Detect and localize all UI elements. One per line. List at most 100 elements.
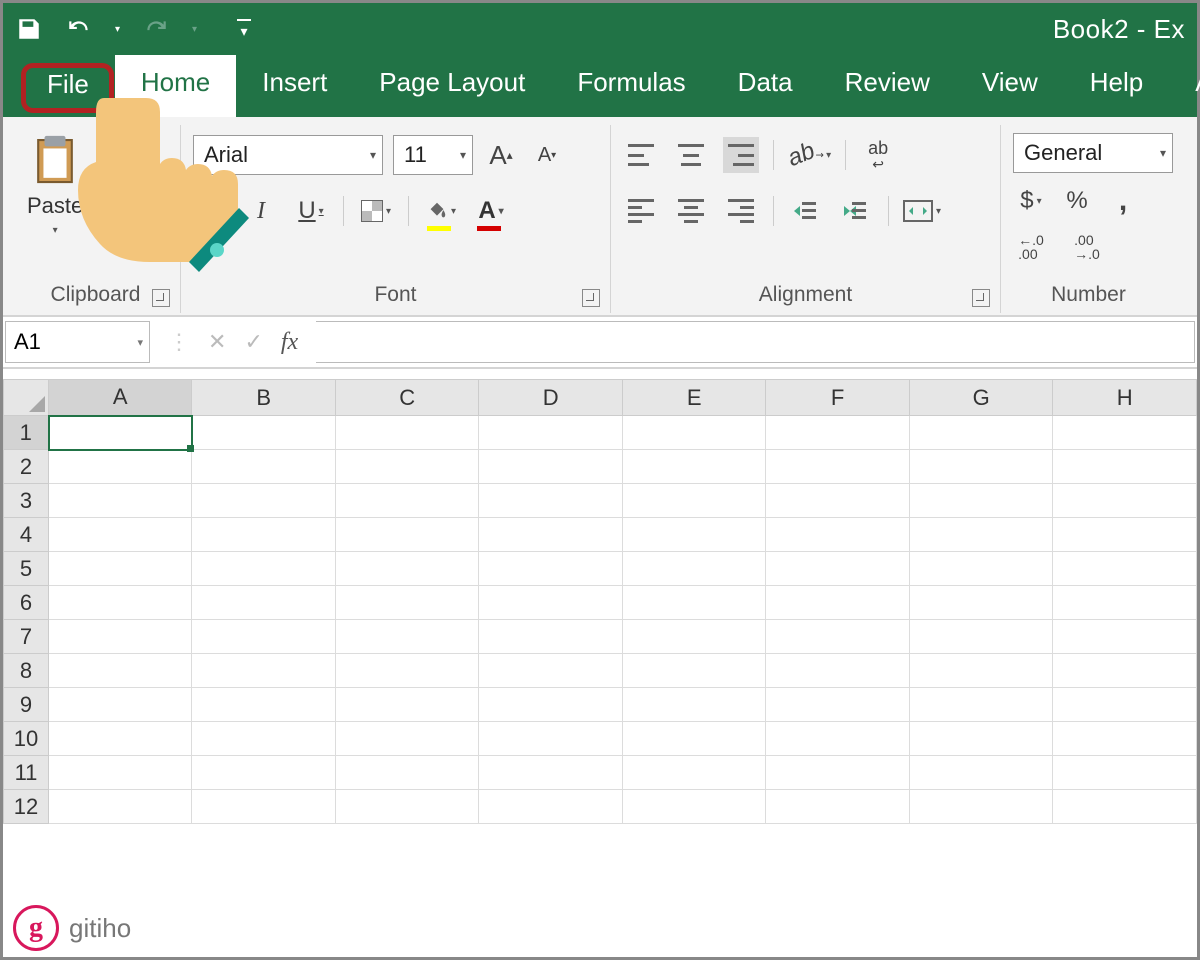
row-header[interactable]: 11 [4, 756, 49, 790]
row-header[interactable]: 3 [4, 484, 49, 518]
cell[interactable] [766, 450, 909, 484]
cell[interactable] [622, 416, 765, 450]
cell[interactable] [479, 790, 623, 824]
cell[interactable] [192, 620, 335, 654]
worksheet-grid[interactable]: ABCDEFGH123456789101112 [3, 379, 1197, 957]
cell[interactable] [1053, 654, 1197, 688]
cell[interactable] [766, 620, 909, 654]
cell[interactable] [909, 756, 1053, 790]
cell[interactable] [479, 450, 623, 484]
column-header[interactable]: E [622, 380, 765, 416]
column-header[interactable]: C [335, 380, 479, 416]
cell[interactable] [49, 484, 192, 518]
cell[interactable] [335, 416, 479, 450]
increase-indent-icon[interactable] [838, 193, 874, 229]
cell[interactable] [49, 518, 192, 552]
cell[interactable] [1053, 552, 1197, 586]
cell[interactable] [909, 688, 1053, 722]
align-top-icon[interactable] [623, 137, 659, 173]
cell[interactable] [909, 416, 1053, 450]
paste-button[interactable]: Paste ▾ [23, 129, 87, 240]
column-header[interactable]: D [479, 380, 623, 416]
column-header[interactable]: H [1053, 380, 1197, 416]
cell[interactable] [909, 484, 1053, 518]
column-header[interactable]: F [766, 380, 909, 416]
align-center-icon[interactable] [673, 193, 709, 229]
insert-function-icon[interactable]: fx [281, 329, 298, 356]
cell[interactable] [1053, 790, 1197, 824]
tab-acrobat[interactable]: Acrob [1169, 55, 1200, 117]
cell[interactable] [335, 552, 479, 586]
tab-insert[interactable]: Insert [236, 55, 353, 117]
tab-page-layout[interactable]: Page Layout [353, 55, 551, 117]
alignment-launcher-icon[interactable] [972, 289, 990, 307]
decrease-font-icon[interactable]: A▾ [529, 137, 565, 173]
cell[interactable] [335, 484, 479, 518]
row-header[interactable]: 12 [4, 790, 49, 824]
cell[interactable] [1053, 484, 1197, 518]
cell[interactable] [192, 416, 335, 450]
cell[interactable] [335, 620, 479, 654]
cell[interactable] [766, 416, 909, 450]
cell[interactable] [192, 688, 335, 722]
cell[interactable] [192, 722, 335, 756]
underline-button[interactable]: U▾ [293, 193, 329, 229]
cell[interactable] [49, 416, 192, 450]
cell[interactable] [192, 654, 335, 688]
comma-style-button[interactable]: , [1105, 183, 1141, 219]
cell[interactable] [766, 756, 909, 790]
cell[interactable] [335, 586, 479, 620]
cell[interactable] [1053, 518, 1197, 552]
cell[interactable] [622, 552, 765, 586]
cell[interactable] [1053, 756, 1197, 790]
select-all-corner[interactable] [4, 380, 49, 416]
row-header[interactable]: 4 [4, 518, 49, 552]
row-header[interactable]: 6 [4, 586, 49, 620]
align-left-icon[interactable] [623, 193, 659, 229]
cell[interactable] [622, 722, 765, 756]
bold-button[interactable]: B [193, 193, 229, 229]
cell[interactable] [766, 654, 909, 688]
cell[interactable] [192, 790, 335, 824]
cell[interactable] [622, 756, 765, 790]
cell[interactable] [49, 722, 192, 756]
cell[interactable] [1053, 688, 1197, 722]
cell[interactable] [479, 756, 623, 790]
column-header[interactable]: A [49, 380, 192, 416]
formula-input[interactable] [316, 321, 1195, 363]
cell[interactable] [1053, 450, 1197, 484]
align-right-icon[interactable] [723, 193, 759, 229]
cell[interactable] [622, 586, 765, 620]
cell[interactable] [766, 688, 909, 722]
name-box[interactable]: A1▾ [5, 321, 150, 363]
cell[interactable] [766, 552, 909, 586]
cell[interactable] [335, 790, 479, 824]
accounting-format-button[interactable]: $ ▾ [1013, 183, 1049, 219]
cell[interactable] [479, 518, 623, 552]
cell[interactable] [335, 722, 479, 756]
cell[interactable] [766, 790, 909, 824]
font-launcher-icon[interactable] [582, 289, 600, 307]
cell[interactable] [766, 722, 909, 756]
wrap-text-button[interactable]: ab↩ [860, 137, 896, 173]
borders-button[interactable]: ▾ [358, 193, 394, 229]
cell[interactable] [335, 756, 479, 790]
tab-help[interactable]: Help [1064, 55, 1169, 117]
cell[interactable] [909, 790, 1053, 824]
row-header[interactable]: 9 [4, 688, 49, 722]
cell[interactable] [1053, 416, 1197, 450]
fill-color-button[interactable]: ▾ [423, 193, 459, 229]
cell[interactable] [909, 620, 1053, 654]
cell[interactable] [766, 586, 909, 620]
orientation-button[interactable]: ab↗▾ [788, 137, 831, 173]
row-header[interactable]: 1 [4, 416, 49, 450]
tab-home[interactable]: Home [115, 55, 236, 117]
cell[interactable] [622, 450, 765, 484]
undo-icon[interactable] [65, 15, 93, 43]
row-header[interactable]: 2 [4, 450, 49, 484]
cell[interactable] [49, 552, 192, 586]
cell[interactable] [335, 450, 479, 484]
increase-decimal-button[interactable]: ←.0 .00 [1013, 229, 1049, 265]
undo-dropdown-icon[interactable]: ▾ [115, 24, 120, 35]
cell[interactable] [479, 688, 623, 722]
